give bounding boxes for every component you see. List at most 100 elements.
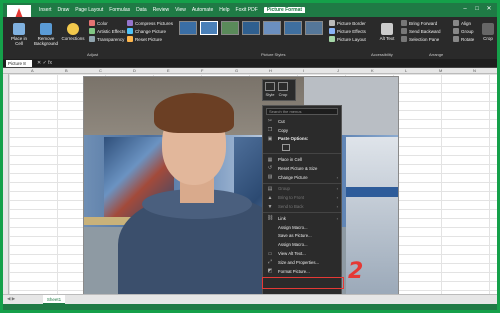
- menu-item-label: Place in Cell: [278, 157, 302, 163]
- group-button[interactable]: Group: [453, 27, 474, 35]
- reset-picture-button[interactable]: Reset Picture: [127, 35, 173, 43]
- crop-button[interactable]: Crop: [481, 23, 495, 41]
- corrections-button[interactable]: Corrections: [61, 23, 85, 41]
- tab-view[interactable]: View: [175, 7, 186, 13]
- picture-effects-button[interactable]: Picture Effects: [329, 27, 366, 35]
- picture-style-thumb[interactable]: [263, 21, 281, 35]
- tab-page-layout[interactable]: Page Layout: [75, 7, 103, 13]
- sheet-nav-icon[interactable]: ◀ ▶: [7, 296, 15, 302]
- name-box[interactable]: Picture 8: [6, 60, 32, 67]
- column-letter[interactable]: N: [473, 68, 476, 73]
- mini-toolbar: Style Crop: [262, 79, 296, 101]
- window-controls: – □ ✕: [461, 5, 493, 13]
- tab-review[interactable]: Review: [153, 7, 169, 13]
- accessibility-label: Accessibility: [371, 52, 393, 57]
- column-letter[interactable]: F: [201, 68, 203, 73]
- blank-icon: [267, 233, 273, 239]
- arrange-label: Arrange: [429, 52, 444, 57]
- menu-item-paste-options[interactable]: ▣ Paste Options:: [263, 135, 341, 144]
- picture-styles-gallery: [179, 21, 323, 35]
- menu-item-change-picture[interactable]: ▨ Change Picture ›: [263, 173, 341, 182]
- minimize-icon[interactable]: –: [461, 5, 469, 13]
- picture-layout-button[interactable]: Picture Layout: [329, 35, 366, 43]
- tab-draw[interactable]: Draw: [58, 7, 70, 13]
- menu-item-bring-to-front: ▲ Bring to Front ›: [263, 193, 341, 202]
- column-letter[interactable]: G: [235, 68, 238, 73]
- menu-item-link[interactable]: ⛓ Link ›: [263, 214, 341, 223]
- column-letter[interactable]: A: [31, 68, 34, 73]
- column-letter[interactable]: J: [337, 68, 339, 73]
- menu-separator: [263, 211, 341, 213]
- column-letter[interactable]: C: [99, 68, 102, 73]
- artistic-effects-button[interactable]: Artistic Effects: [89, 27, 125, 35]
- picture-style-thumb[interactable]: [179, 21, 197, 35]
- excel-window: Insert Draw Page Layout Formulas Data Review V…: [3, 3, 497, 310]
- maximize-icon[interactable]: □: [473, 5, 481, 13]
- align-button[interactable]: Align: [453, 19, 474, 27]
- rotate-button[interactable]: Rotate: [453, 35, 474, 43]
- menu-item-copy[interactable]: ❐ Copy: [263, 126, 341, 135]
- tab-data[interactable]: Data: [136, 7, 147, 13]
- column-letter[interactable]: H: [269, 68, 272, 73]
- selection-pane-button[interactable]: Selection Pane: [401, 35, 441, 43]
- column-letter[interactable]: L: [405, 68, 407, 73]
- change-picture-button[interactable]: Change Picture: [127, 27, 173, 35]
- crop-mini-button[interactable]: Crop: [278, 82, 288, 98]
- fx-icon[interactable]: ✕ ✓ fx: [37, 60, 52, 66]
- artistic-effects-icon: [89, 28, 95, 34]
- formula-bar: Picture 8 ✕ ✓ fx: [3, 59, 497, 68]
- picture-style-thumb[interactable]: [221, 21, 239, 35]
- menu-search-input[interactable]: Search the menus: [266, 108, 338, 115]
- column-letter[interactable]: D: [133, 68, 136, 73]
- column-letter[interactable]: M: [439, 68, 442, 73]
- menu-item-view-alt-text[interactable]: ▭ View Alt Text...: [263, 249, 341, 258]
- style-button[interactable]: Style: [265, 82, 275, 98]
- tab-foxit-pdf[interactable]: Foxit PDF: [236, 7, 258, 13]
- menu-item-size-and-properties[interactable]: ⤢ Size and Properties...: [263, 258, 341, 267]
- style-icon: [265, 82, 275, 91]
- menu-item-label: Size and Properties...: [278, 259, 320, 265]
- crop-icon: [278, 82, 288, 91]
- column-letter[interactable]: K: [371, 68, 374, 73]
- paste-option[interactable]: [263, 143, 341, 152]
- color-icon: [89, 20, 95, 26]
- compress-pictures-button[interactable]: Compress Pictures: [127, 19, 173, 27]
- keep-source-formatting-icon[interactable]: [282, 144, 290, 152]
- chevron-right-icon: ›: [336, 174, 338, 180]
- menu-item-place-in-cell[interactable]: ▦ Place in Cell: [263, 155, 341, 164]
- send-backward-icon: [401, 28, 407, 34]
- menu-item-cut[interactable]: ✂ Cut: [263, 117, 341, 126]
- picture-style-thumb[interactable]: [284, 21, 302, 35]
- arrange-group: Bring Forward Send Backward Selection Pa…: [401, 19, 441, 55]
- picture-style-thumb[interactable]: [242, 21, 260, 35]
- picture-border-button[interactable]: Picture Border: [329, 19, 366, 27]
- color-button[interactable]: Color: [89, 19, 125, 27]
- tab-picture-format[interactable]: Picture Format: [263, 7, 306, 13]
- tab-help[interactable]: Help: [219, 7, 229, 13]
- picture-style-thumb[interactable]: [305, 21, 323, 35]
- tab-automate[interactable]: Automate: [192, 7, 213, 13]
- menu-item-reset-picture-size[interactable]: ↺ Reset Picture & Size: [263, 164, 341, 173]
- remove-background-button[interactable]: Remove Background: [33, 23, 59, 46]
- column-letter[interactable]: B: [65, 68, 68, 73]
- bring-forward-icon: [401, 20, 407, 26]
- menu-item-save-as-picture[interactable]: Save as Picture...: [263, 232, 341, 241]
- tab-insert[interactable]: Insert: [39, 7, 52, 13]
- send-backward-button[interactable]: Send Backward: [401, 27, 441, 35]
- tab-formulas[interactable]: Formulas: [109, 7, 130, 13]
- picture-style-thumb[interactable]: [200, 21, 218, 35]
- menu-item-assign-macro[interactable]: Assign Macro...: [263, 240, 341, 249]
- alt-text-button[interactable]: Alt Text: [377, 23, 397, 41]
- border-icon: [329, 20, 335, 26]
- menu-item-assign-macro[interactable]: Assign Macro...: [263, 223, 341, 232]
- place-in-cell-button[interactable]: Place in Cell: [7, 23, 31, 46]
- transparency-button[interactable]: Transparency: [89, 35, 125, 43]
- bring-forward-button[interactable]: Bring Forward: [401, 19, 441, 27]
- column-letter[interactable]: E: [167, 68, 170, 73]
- menu-item-format-picture[interactable]: ◩ Format Picture...: [263, 267, 341, 276]
- copy-icon: ❐: [267, 127, 273, 134]
- sheet-tab[interactable]: Sheet1: [43, 295, 65, 304]
- close-icon[interactable]: ✕: [485, 5, 493, 13]
- picture-styles-label: Picture Styles: [261, 52, 286, 57]
- column-letter[interactable]: I: [303, 68, 304, 73]
